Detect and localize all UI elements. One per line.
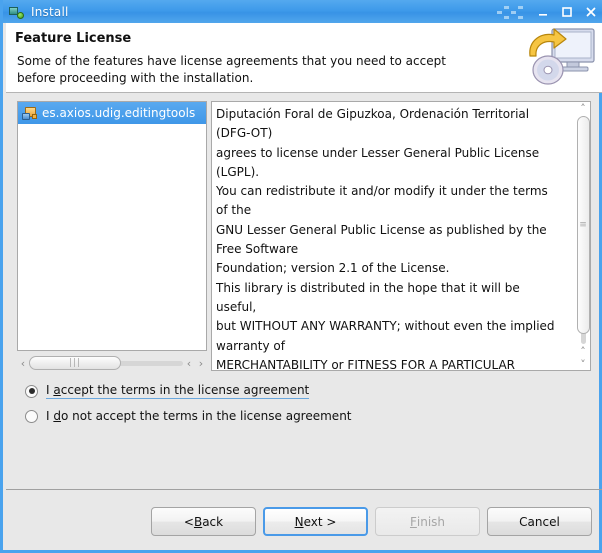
page-description: Some of the features have license agreem… — [17, 54, 446, 85]
title-bar[interactable]: Install — [3, 0, 602, 23]
scroll-right-arrow-icon[interactable]: › — [195, 357, 207, 370]
button-bar-separator — [6, 489, 602, 490]
feature-list-hscrollbar[interactable]: ‹ ||| ‹ › — [17, 355, 207, 371]
license-vscrollbar[interactable]: ˄ ≡ ˄ ˅ — [575, 101, 591, 371]
hscrollbar-thumb[interactable]: ||| — [29, 356, 121, 370]
decline-license-label: I do not accept the terms in the license… — [46, 409, 352, 423]
vscrollbar-track[interactable]: ≡ — [576, 116, 590, 344]
install-dialog-window: Install Feature License Some of the feat… — [0, 0, 602, 553]
feature-list[interactable]: es.axios.udig.editingtools — [17, 101, 207, 351]
window-title: Install — [31, 4, 69, 19]
scroll-up-arrow-icon-2[interactable]: ˄ — [577, 345, 589, 358]
scroll-left-arrow-icon[interactable]: ‹ — [17, 357, 29, 370]
cancel-button[interactable]: Cancel — [487, 507, 592, 536]
scroll-up-arrow-icon[interactable]: ˄ — [577, 102, 589, 115]
scroll-down-arrow-icon[interactable]: ˅ — [577, 358, 589, 371]
accept-license-radio[interactable] — [25, 384, 38, 398]
install-monitor-disc-icon — [522, 26, 596, 88]
feature-list-item-label: es.axios.udig.editingtools — [42, 106, 196, 120]
title-dots-decoration — [497, 5, 525, 19]
back-button[interactable]: < Back — [151, 507, 256, 536]
list-item[interactable]: es.axios.udig.editingtools — [18, 102, 206, 124]
hscrollbar-grip-icon: ||| — [68, 357, 82, 368]
dialog-button-bar: < Back Next > Finish Cancel — [151, 507, 592, 536]
maximize-button[interactable] — [561, 6, 575, 18]
next-button[interactable]: Next > — [263, 507, 368, 536]
window-controls — [497, 0, 599, 23]
minimize-button[interactable] — [537, 6, 551, 18]
license-text-panel[interactable]: Diputación Foral de Gipuzkoa, Ordenación… — [211, 101, 591, 371]
page-title: Feature License — [15, 31, 132, 46]
vscrollbar-thumb[interactable]: ≡ — [576, 116, 590, 334]
finish-button[interactable]: Finish — [375, 507, 480, 536]
accept-license-radio-row[interactable]: I accept the terms in the license agreem… — [25, 383, 310, 399]
install-app-icon — [8, 4, 24, 20]
feature-plugin-icon — [22, 105, 38, 121]
decline-license-radio[interactable] — [25, 409, 38, 423]
vscrollbar-grip-icon: ≡ — [579, 219, 587, 230]
vscrollbar-bottom-arrows[interactable]: ˄ ˅ — [577, 345, 589, 371]
close-button[interactable] — [585, 6, 599, 18]
accept-license-label: I accept the terms in the license agreem… — [46, 383, 310, 399]
hscrollbar-track[interactable]: ||| — [29, 356, 183, 370]
license-text: Diputación Foral de Gipuzkoa, Ordenación… — [216, 107, 555, 371]
scroll-left-arrow-icon-2[interactable]: ‹ — [183, 357, 195, 370]
decline-license-radio-row[interactable]: I do not accept the terms in the license… — [25, 409, 352, 423]
dialog-header: Feature License Some of the features hav… — [6, 23, 602, 93]
